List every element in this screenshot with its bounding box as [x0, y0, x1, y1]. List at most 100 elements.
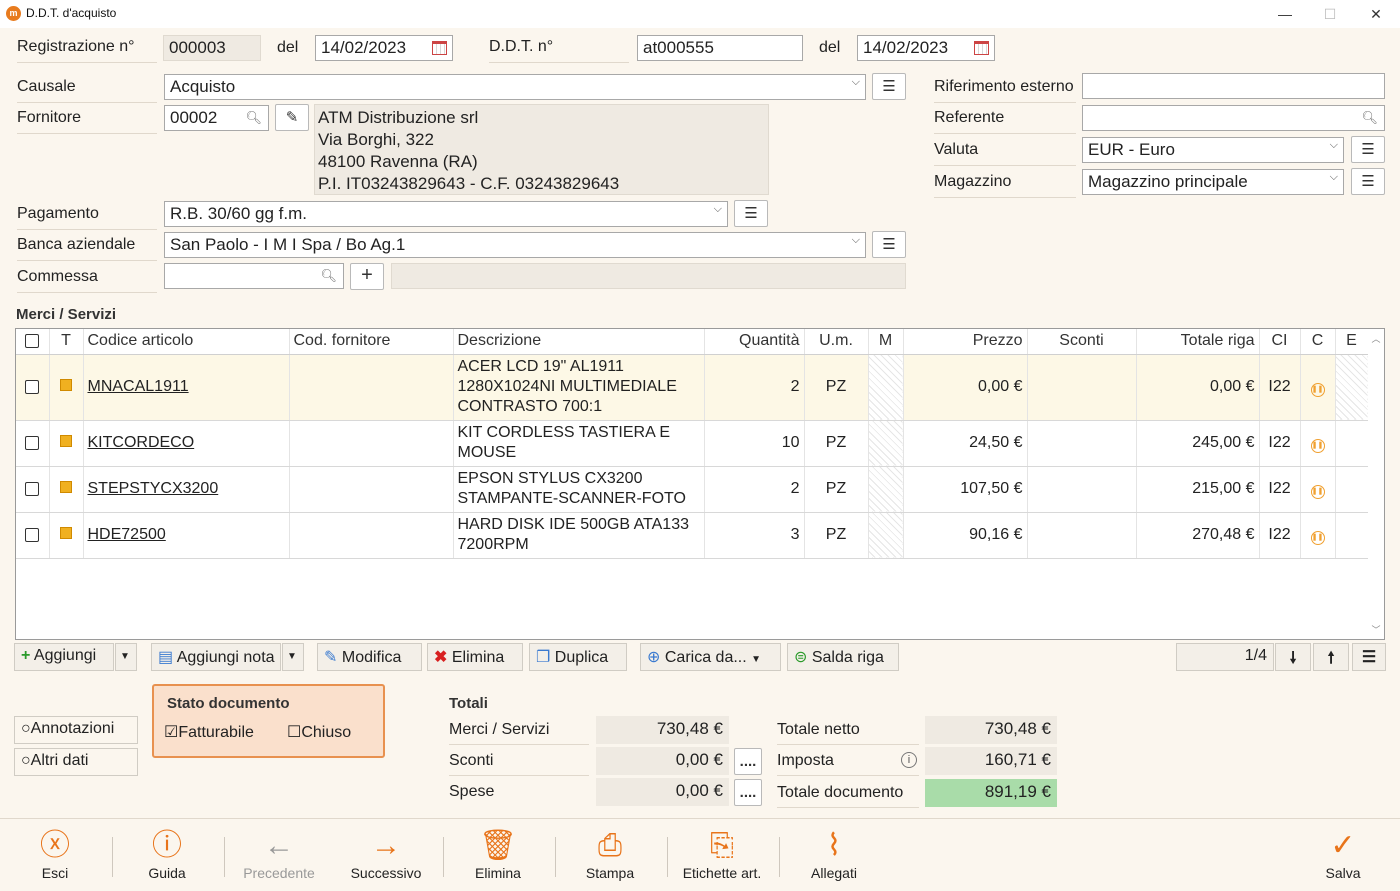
column-header[interactable]: Descrizione: [453, 329, 705, 355]
article-code-link[interactable]: STEPSTYCX3200: [88, 480, 219, 497]
calendar-icon[interactable]: [432, 41, 447, 55]
minimize-button[interactable]: —: [1262, 0, 1308, 28]
pagamento-select[interactable]: R.B. 30/60 gg f.m. ⌵: [164, 201, 728, 227]
search-icon[interactable]: 🔍︎: [245, 110, 262, 126]
column-header[interactable]: CI: [1259, 329, 1301, 355]
elimina-row-button[interactable]: ✖ Elimina: [427, 643, 523, 671]
fornitore-edit-button[interactable]: ✎: [275, 104, 309, 131]
banca-list-button[interactable]: ☰: [872, 231, 906, 258]
guida-button[interactable]: ⓘ Guida: [112, 827, 222, 881]
etichette-button[interactable]: ⎘ Etichette art.: [667, 827, 777, 881]
column-header[interactable]: U.m.: [804, 329, 869, 355]
ddt-number-field[interactable]: at000555: [637, 35, 803, 61]
row-select-cell[interactable]: [16, 466, 50, 513]
search-icon[interactable]: 🔍︎: [320, 268, 337, 284]
row-checkbox[interactable]: [25, 481, 40, 496]
search-icon[interactable]: 🔍︎: [1361, 110, 1378, 126]
c-cell[interactable]: ❚❚: [1300, 512, 1336, 559]
spese-details-button[interactable]: ....: [734, 779, 762, 806]
stampa-button[interactable]: ⎙ Stampa: [555, 827, 665, 881]
article-code-link[interactable]: MNACAL1911: [88, 378, 189, 395]
esci-button[interactable]: ⓧ Esci: [0, 827, 110, 881]
valuta-select[interactable]: EUR - Euro ⌵: [1082, 137, 1344, 163]
row-checkbox[interactable]: [25, 527, 40, 542]
column-header[interactable]: Codice articolo: [83, 329, 290, 355]
fornitore-code-field[interactable]: 00002 🔍︎: [164, 105, 269, 131]
scroll-up-icon[interactable]: ︿: [1368, 332, 1384, 345]
commessa-field[interactable]: 🔍︎: [164, 263, 344, 289]
allegati-button[interactable]: ⌇ Allegati: [779, 827, 889, 881]
column-header[interactable]: T: [49, 329, 84, 355]
precedente-button[interactable]: ← Precedente: [224, 827, 334, 881]
carica-da-button[interactable]: ⊕ Carica da... ▼: [640, 643, 781, 671]
column-header[interactable]: Cod. fornitore: [289, 329, 454, 355]
column-header[interactable]: Totale riga: [1136, 329, 1260, 355]
table-row[interactable]: HDE72500 HARD DISK IDE 500GB ATA133 7200…: [16, 512, 1369, 559]
calendar-icon[interactable]: [974, 41, 989, 55]
c-cell[interactable]: ❚❚: [1300, 466, 1336, 513]
column-header[interactable]: Sconti: [1027, 329, 1137, 355]
column-header[interactable]: Prezzo: [903, 329, 1028, 355]
ddt-date-field[interactable]: 14/02/2023: [857, 35, 995, 61]
table-row[interactable]: KITCORDECO KIT CORDLESS TASTIERA E MOUSE…: [16, 420, 1369, 467]
successivo-button[interactable]: → Successivo: [331, 827, 441, 881]
article-code-link[interactable]: HDE72500: [88, 526, 166, 543]
annotazioni-radio[interactable]: ○Annotazioni: [14, 716, 138, 744]
info-icon[interactable]: i: [901, 752, 917, 768]
move-up-button[interactable]: 🠕: [1313, 643, 1349, 671]
select-all-checkbox[interactable]: [25, 334, 40, 349]
sconti-details-button[interactable]: ....: [734, 748, 762, 775]
aggiungi-nota-dropdown-button[interactable]: ▼: [282, 643, 304, 671]
row-select-cell[interactable]: [16, 512, 50, 559]
row-checkbox[interactable]: [25, 435, 40, 450]
column-header[interactable]: M: [868, 329, 904, 355]
banca-select[interactable]: San Paolo - I M I Spa / Bo Ag.1 ⌵: [164, 232, 866, 258]
maximize-button[interactable]: ☐: [1307, 0, 1353, 28]
row-select-cell[interactable]: [16, 420, 50, 467]
referente-field[interactable]: 🔍︎: [1082, 105, 1385, 131]
column-header[interactable]: Quantità: [704, 329, 805, 355]
commessa-add-button[interactable]: +: [350, 263, 384, 290]
code-cell[interactable]: STEPSTYCX3200: [83, 466, 290, 513]
salda-riga-button[interactable]: ⊜ Salda riga: [787, 643, 899, 671]
article-code-link[interactable]: KITCORDECO: [88, 434, 195, 451]
column-header[interactable]: E: [1335, 329, 1369, 355]
causale-select[interactable]: Acquisto ⌵: [164, 74, 866, 100]
c-cell[interactable]: ❚❚: [1300, 354, 1336, 421]
pagamento-list-button[interactable]: ☰: [734, 200, 768, 227]
table-row[interactable]: MNACAL1911 ACER LCD 19" AL1911 1280X1024…: [16, 354, 1369, 421]
grid-menu-button[interactable]: ☰: [1352, 643, 1386, 671]
registration-date-field[interactable]: 14/02/2023: [315, 35, 453, 61]
aggiungi-button[interactable]: + Aggiungi: [14, 643, 114, 671]
select-all-header[interactable]: [16, 329, 50, 355]
salva-button[interactable]: ✓ Salva: [1288, 827, 1398, 881]
magazzino-select[interactable]: Magazzino principale ⌵: [1082, 169, 1344, 195]
modifica-button[interactable]: ✎ Modifica: [317, 643, 422, 671]
scroll-down-icon[interactable]: ﹀: [1368, 623, 1384, 636]
pause-circle-icon[interactable]: ❚❚: [1310, 438, 1325, 453]
column-header[interactable]: C: [1300, 329, 1336, 355]
code-cell[interactable]: KITCORDECO: [83, 420, 290, 467]
causale-list-button[interactable]: ☰: [872, 73, 906, 100]
altri-dati-radio[interactable]: ○Altri dati: [14, 748, 138, 776]
elimina-document-button[interactable]: 🗑︎ Elimina: [443, 827, 553, 881]
chiuso-checkbox[interactable]: ☐Chiuso: [287, 722, 351, 742]
code-cell[interactable]: MNACAL1911: [83, 354, 290, 421]
pause-circle-icon[interactable]: ❚❚: [1310, 530, 1325, 545]
pause-circle-icon[interactable]: ❚❚: [1310, 382, 1325, 397]
aggiungi-nota-button[interactable]: ▤ Aggiungi nota: [151, 643, 281, 671]
close-button[interactable]: ✕: [1353, 0, 1399, 28]
valuta-list-button[interactable]: ☰: [1351, 136, 1385, 163]
duplica-button[interactable]: ❐ Duplica: [529, 643, 627, 671]
aggiungi-dropdown-button[interactable]: ▼: [115, 643, 137, 671]
table-row[interactable]: STEPSTYCX3200 EPSON STYLUS CX3200 STAMPA…: [16, 466, 1369, 513]
riferimento-field[interactable]: [1082, 73, 1385, 99]
grid-scrollbar[interactable]: ︿ ﹀: [1368, 329, 1384, 639]
move-down-button[interactable]: 🠗: [1275, 643, 1311, 671]
c-cell[interactable]: ❚❚: [1300, 420, 1336, 467]
code-cell[interactable]: HDE72500: [83, 512, 290, 559]
pause-circle-icon[interactable]: ❚❚: [1310, 484, 1325, 499]
fatturabile-checkbox[interactable]: ☑Fatturabile: [164, 722, 254, 742]
row-select-cell[interactable]: [16, 354, 50, 421]
row-checkbox[interactable]: [25, 379, 40, 394]
